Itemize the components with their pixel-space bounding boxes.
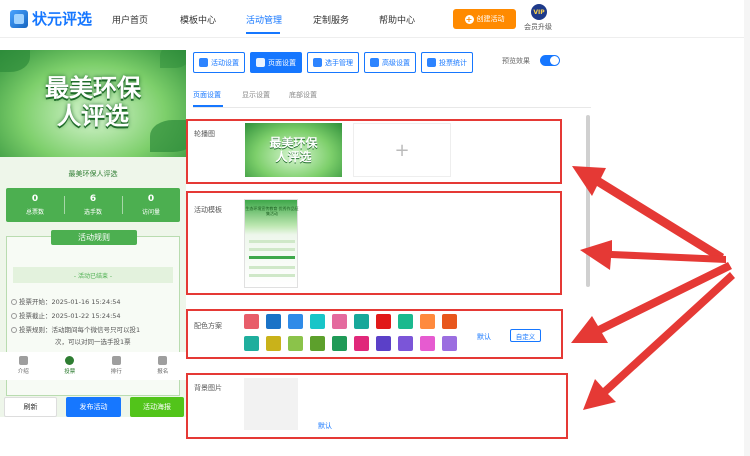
page-scrollbar[interactable]	[744, 0, 750, 456]
annotation-arrows	[571, 166, 735, 410]
